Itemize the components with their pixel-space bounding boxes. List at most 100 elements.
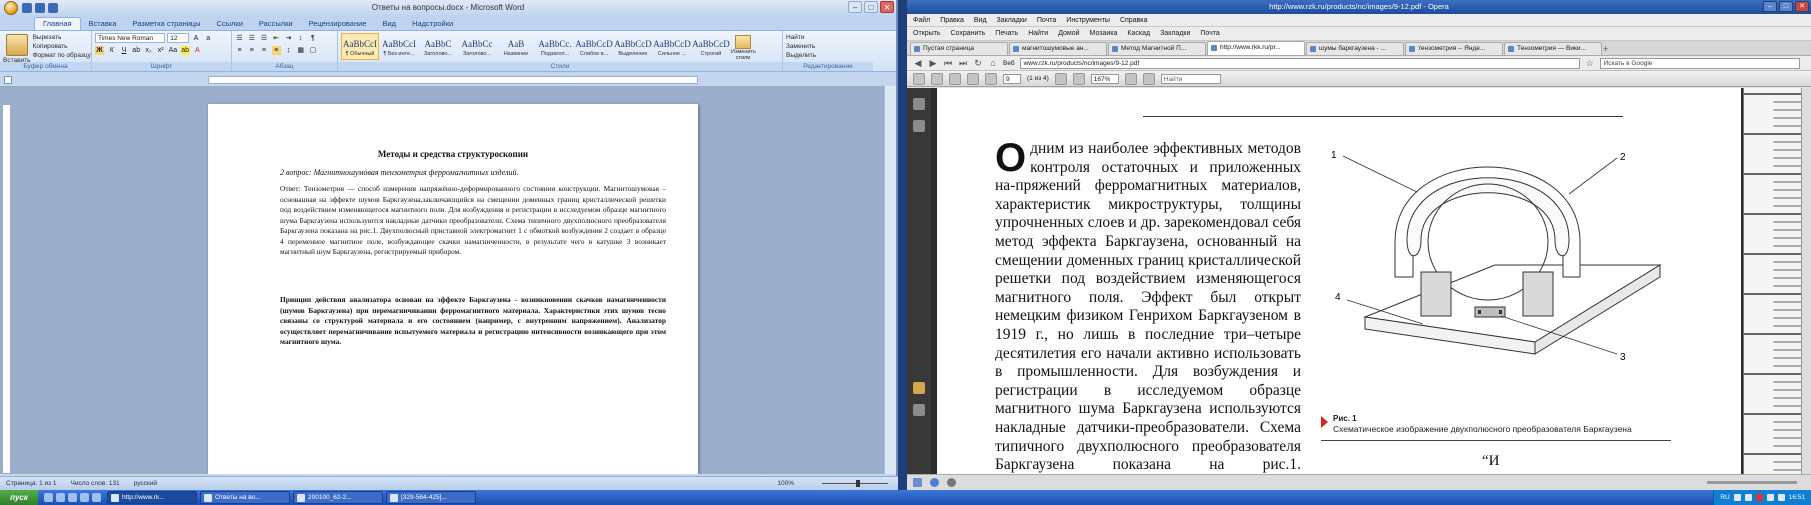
panel-toggle-icon[interactable] <box>913 478 922 487</box>
browser-tab[interactable]: Пустая страница <box>910 42 1008 55</box>
address-input[interactable]: www.rzk.ru/products/nc/images/9-12.pdf <box>1019 57 1580 69</box>
turbo-icon[interactable] <box>947 478 956 487</box>
comments-icon[interactable] <box>913 382 925 394</box>
decrease-indent-icon[interactable]: ⇤ <box>272 34 281 43</box>
line-spacing-icon[interactable]: ↨ <box>284 46 293 55</box>
change-styles-icon[interactable] <box>735 35 751 49</box>
status-language[interactable]: русский <box>134 480 157 487</box>
bold-icon[interactable]: Ж <box>95 46 104 55</box>
tab-selector-icon[interactable] <box>4 76 12 84</box>
multilevel-list-icon[interactable]: ☰ <box>259 34 268 43</box>
pdf-save-icon[interactable] <box>931 72 943 85</box>
increase-indent-icon[interactable]: ⇥ <box>284 34 293 43</box>
pdf-down-icon[interactable] <box>985 72 997 85</box>
zoom-slider[interactable] <box>798 480 888 487</box>
browser-tab[interactable]: тензометрия -- Яндe... <box>1405 42 1503 55</box>
find-button[interactable]: Найти <box>786 33 870 42</box>
browser-tab[interactable]: шумы баркгаузена - ... <box>1306 42 1404 55</box>
tab-insert[interactable]: Вставка <box>81 18 125 30</box>
minimize-button[interactable]: – <box>848 1 862 13</box>
numbering-icon[interactable]: ☰ <box>247 34 256 43</box>
align-left-icon[interactable]: ≡ <box>235 46 244 55</box>
shading-icon[interactable]: ▦ <box>296 46 305 55</box>
opera-close-button[interactable]: ✕ <box>1795 1 1809 12</box>
start-button[interactable]: пуск <box>0 490 38 505</box>
volume-icon[interactable] <box>1777 494 1785 501</box>
justify-icon[interactable]: ≡ <box>271 46 281 55</box>
browser-tab-active[interactable]: http://www.rkk.ru/pr... <box>1207 41 1305 55</box>
style-item[interactable]: AaBbCcI ¶ Без инте... <box>380 33 418 60</box>
style-item[interactable]: AaBbCcD Выделение <box>614 33 652 60</box>
toolbar-find[interactable]: Найти <box>1028 30 1048 37</box>
quick-launch-icon[interactable] <box>80 493 89 502</box>
opera-minimize-button[interactable]: – <box>1763 1 1777 12</box>
toolbar-home[interactable]: Домой <box>1058 30 1079 37</box>
pdf-zoom-select[interactable]: 167% <box>1090 73 1119 84</box>
undo-icon[interactable] <box>35 3 45 13</box>
menu-edit[interactable]: Правка <box>940 17 964 24</box>
tab-view[interactable]: Вид <box>374 18 404 30</box>
grow-font-icon[interactable]: A <box>191 34 200 43</box>
save-icon[interactable] <box>22 3 32 13</box>
attach-paperclip-icon[interactable] <box>913 404 925 416</box>
browser-tab[interactable]: Тензометрия — Вики... <box>1504 42 1602 55</box>
pdf-up-icon[interactable] <box>967 72 979 85</box>
clock[interactable]: 16:51 <box>1789 494 1805 501</box>
style-item[interactable]: AaBbCc Заголово... <box>458 33 496 60</box>
forward-icon[interactable]: ▶ <box>928 58 938 69</box>
style-item[interactable]: AaBbCcI ¶ Обычный <box>341 33 379 60</box>
style-item[interactable]: AaB Название <box>497 33 535 60</box>
style-item[interactable]: AaBbCcD Сильное ... <box>653 33 691 60</box>
search-input[interactable]: Искать в Google <box>1599 57 1800 69</box>
menu-tools[interactable]: Инструменты <box>1066 17 1110 24</box>
tray-icon[interactable] <box>1744 494 1752 501</box>
font-name-select[interactable]: Times New Roman <box>95 33 165 43</box>
quick-launch-icon[interactable] <box>92 493 101 502</box>
pdf-vertical-scrollbar[interactable] <box>1801 88 1811 474</box>
style-item[interactable]: AaBbC Заголово... <box>419 33 457 60</box>
tray-icon[interactable] <box>1733 494 1741 501</box>
font-size-select[interactable]: 12 <box>167 33 190 43</box>
bullets-icon[interactable]: ☰ <box>235 34 244 43</box>
align-center-icon[interactable]: ≡ <box>247 46 256 55</box>
tray-icon[interactable] <box>1755 494 1763 501</box>
strikethrough-icon[interactable]: ab <box>132 46 141 55</box>
pdf-page[interactable]: Одним из наиболее эффективных методов ко… <box>937 88 1741 474</box>
superscript-icon[interactable]: x² <box>156 46 165 55</box>
redo-icon[interactable] <box>48 3 58 13</box>
replace-button[interactable]: Заменить <box>786 42 870 51</box>
close-button[interactable]: ✕ <box>880 1 894 13</box>
taskbar-item-folder[interactable]: 200100_62-2... <box>293 491 383 504</box>
status-words[interactable]: Число слов: 131 <box>71 480 120 487</box>
attachments-icon[interactable] <box>913 120 925 132</box>
taskbar-item-word[interactable]: Ответы на во... <box>200 491 290 504</box>
quick-launch-icon[interactable] <box>56 493 65 502</box>
toolbar-mail[interactable]: Почта <box>1200 30 1219 37</box>
browser-tab[interactable]: Метод Магнитной П... <box>1108 42 1206 55</box>
font-color-icon[interactable]: A <box>193 46 202 55</box>
cut-button[interactable]: Вырезать <box>33 33 91 42</box>
horizontal-ruler[interactable] <box>208 76 698 84</box>
browser-tab[interactable]: магнитошумовые ан... <box>1009 42 1107 55</box>
zoom-out-icon[interactable] <box>1054 72 1067 85</box>
vertical-ruler[interactable] <box>2 104 11 474</box>
reload-icon[interactable]: ↻ <box>973 58 983 69</box>
office-button[interactable] <box>4 1 18 15</box>
quick-launch-icon[interactable] <box>44 493 53 502</box>
rewind-icon[interactable]: ⏮ <box>943 58 953 69</box>
paste-icon[interactable] <box>5 34 28 56</box>
status-zoom[interactable]: 100% <box>777 480 794 487</box>
pdf-page-input[interactable]: 9 <box>1003 73 1021 84</box>
pages-panel-icon[interactable] <box>913 98 925 110</box>
menu-help[interactable]: Справка <box>1120 17 1147 24</box>
toolbar-tile[interactable]: Мозаика <box>1090 30 1118 37</box>
toolbar-cascade[interactable]: Каскад <box>1127 30 1150 37</box>
status-page[interactable]: Страница: 1 из 1 <box>6 480 57 487</box>
toolbar-open[interactable]: Открыть <box>913 30 941 37</box>
language-indicator[interactable]: RU <box>1720 494 1729 501</box>
zoom-in-icon[interactable] <box>1072 72 1085 85</box>
italic-icon[interactable]: К <box>107 46 116 55</box>
home-icon[interactable]: ⌂ <box>988 58 998 68</box>
pdf-find-input[interactable]: Найти <box>1160 73 1221 84</box>
change-styles-button[interactable]: Изменить стили <box>731 49 756 61</box>
